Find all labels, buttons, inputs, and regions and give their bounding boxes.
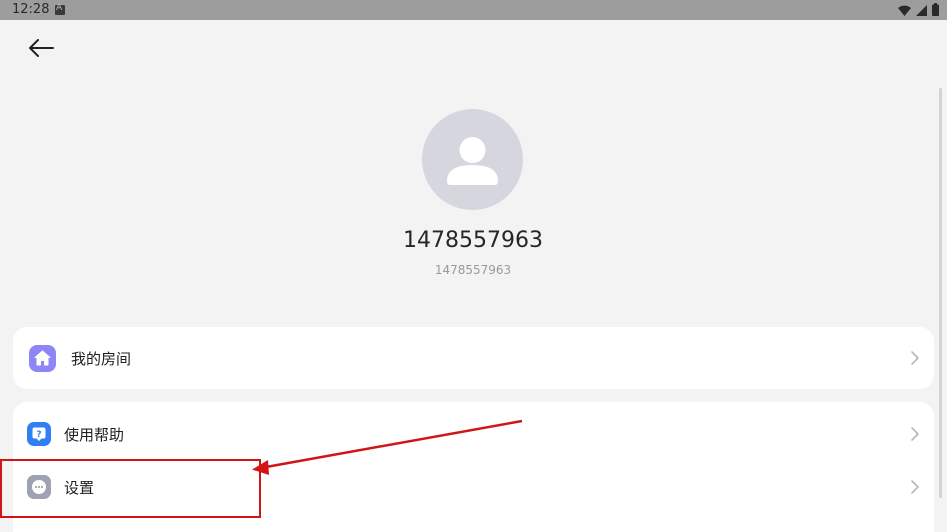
settings-row[interactable]: 设置 — [13, 460, 934, 514]
help-label: 使用帮助 — [64, 425, 125, 444]
question-icon: ? — [27, 422, 51, 446]
back-button[interactable] — [24, 35, 58, 65]
svg-text:?: ? — [36, 430, 41, 440]
profile-name: 1478557963 — [403, 228, 543, 253]
scrollbar[interactable] — [939, 88, 942, 498]
chevron-right-icon — [910, 479, 920, 495]
more-dots-icon — [27, 475, 51, 499]
profile-id: 1478557963 — [434, 263, 512, 277]
cell-signal-icon — [916, 1, 927, 20]
status-bar: 12:28 — [0, 0, 947, 20]
arrow-left-icon — [28, 39, 54, 61]
chevron-right-icon — [910, 426, 920, 442]
status-time: 12:28 — [12, 2, 50, 17]
my-room-card: 我的房间 — [13, 327, 934, 389]
a-box-icon — [55, 3, 65, 15]
status-icons — [898, 1, 939, 20]
avatar[interactable] — [422, 109, 523, 210]
help-settings-card: ? 使用帮助 设置 — [13, 402, 934, 532]
chevron-right-icon — [910, 350, 920, 366]
wifi-icon — [898, 1, 911, 20]
battery-icon — [932, 1, 939, 20]
home-icon — [29, 344, 56, 372]
my-room-label: 我的房间 — [71, 349, 132, 368]
my-room-row[interactable]: 我的房间 — [13, 327, 934, 389]
settings-label: 设置 — [64, 478, 95, 497]
help-row[interactable]: ? 使用帮助 — [13, 406, 934, 462]
